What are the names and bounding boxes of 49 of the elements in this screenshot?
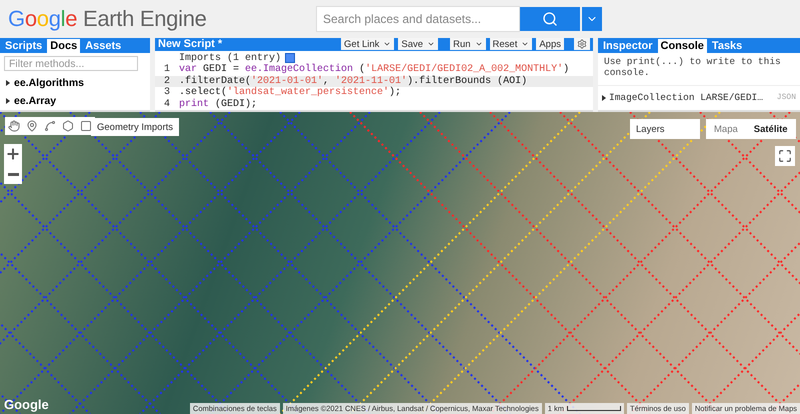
line-number: 1 xyxy=(162,64,171,76)
polygon-icon[interactable] xyxy=(61,119,75,133)
code-line: var GEDI = ee.ImageCollection ('LARSE/GEDI/GEDI02_A_002_MONTHLY') xyxy=(179,64,570,76)
console-message: Use print(...) to write to this console. xyxy=(598,53,800,86)
filter-field[interactable]: Filter methods... xyxy=(4,56,138,71)
toolbar-button[interactable]: Reset xyxy=(490,38,532,50)
layers-button[interactable]: Layers xyxy=(630,119,700,139)
code-line: print (GEDI); xyxy=(179,98,258,110)
map-type-tab[interactable]: Mapa xyxy=(706,119,746,139)
toolbar-button[interactable]: Save xyxy=(398,38,438,50)
search-icon xyxy=(542,10,558,26)
code-line: .select('landsat_water_persistence'); xyxy=(179,87,402,98)
plus-icon xyxy=(5,146,21,162)
panel-tab[interactable]: Scripts xyxy=(2,39,46,53)
pin-icon[interactable] xyxy=(25,119,39,133)
settings-button[interactable] xyxy=(574,38,590,50)
line-number: 2 xyxy=(162,76,171,87)
search-button[interactable] xyxy=(520,6,580,30)
search-options-button[interactable] xyxy=(582,6,602,30)
panel-tab[interactable]: Assets xyxy=(82,39,124,53)
panel-tab[interactable]: Docs xyxy=(47,39,80,53)
script-title: New Script * xyxy=(158,38,222,50)
earth-engine-logo: Google Earth Engine xyxy=(8,6,208,32)
expand-triangle-icon[interactable] xyxy=(602,94,606,100)
docs-tree-item[interactable]: ee.Algorithms xyxy=(0,74,150,92)
rectangle-icon[interactable] xyxy=(79,119,93,133)
map-type-tab[interactable]: Satélite xyxy=(746,119,796,139)
panel-tab[interactable]: Tasks xyxy=(708,39,746,53)
toolbar-button[interactable]: Run xyxy=(450,38,486,50)
hand-icon[interactable] xyxy=(7,119,21,133)
toolbar-button[interactable]: Apps xyxy=(536,38,564,50)
code-line: .filterDate('2021-01-01', '2021-11-01').filterBounds (AOI) xyxy=(179,76,528,86)
google-logo: Google xyxy=(4,397,49,412)
minus-icon xyxy=(8,172,18,176)
panel-tab[interactable]: Inspector xyxy=(600,39,656,53)
fullscreen-button[interactable] xyxy=(775,146,795,166)
line-number: 3 xyxy=(162,87,171,98)
geometry-imports-button[interactable]: Geometry Imports xyxy=(91,118,180,136)
line-number: 4 xyxy=(162,98,171,110)
imports-toggle[interactable]: Imports (1 entry) xyxy=(179,52,282,64)
console-entry[interactable]: ImageCollection LARSE/GEDI… xyxy=(609,92,763,103)
fullscreen-icon xyxy=(778,149,792,163)
line-icon[interactable] xyxy=(43,119,57,133)
search-field[interactable]: Search places and datasets... xyxy=(316,6,520,32)
panel-tab[interactable]: Console xyxy=(658,39,707,53)
toolbar-button[interactable]: Get Link xyxy=(341,38,394,50)
docs-tree-item[interactable]: ee.Array xyxy=(0,92,150,110)
settings-icon xyxy=(577,39,587,50)
imports-icon[interactable] xyxy=(285,52,296,62)
